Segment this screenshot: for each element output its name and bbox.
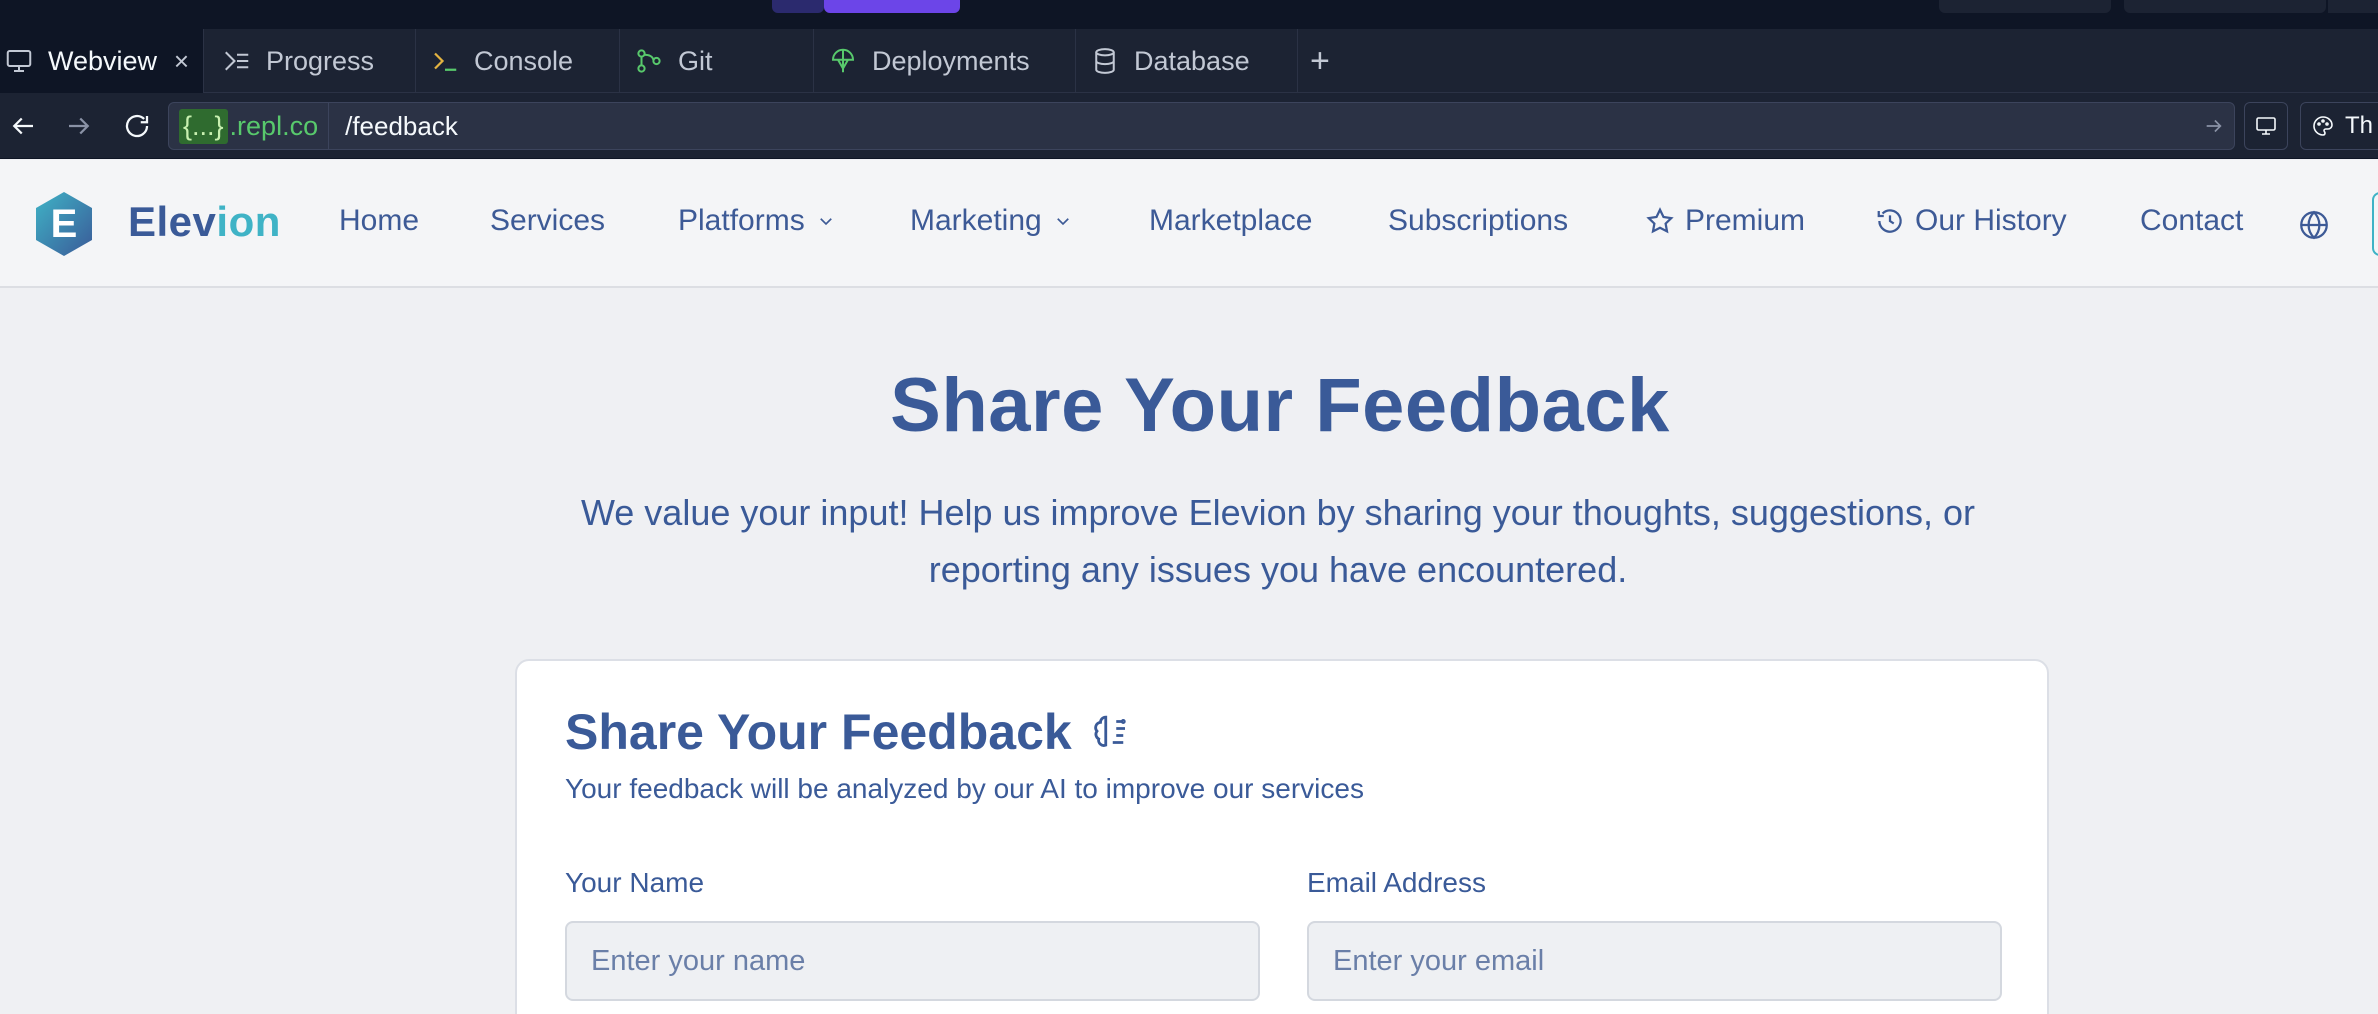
reload-button[interactable] bbox=[118, 107, 156, 145]
database-icon bbox=[1088, 44, 1122, 78]
theme-button[interactable]: Th bbox=[2300, 102, 2378, 150]
webview-address-bar: {...} .repl.co /feedback Th bbox=[0, 93, 2378, 159]
url-field[interactable]: {...} .repl.co /feedback bbox=[168, 102, 2235, 150]
tab-label: Database bbox=[1134, 45, 1250, 76]
close-icon[interactable]: × bbox=[174, 46, 189, 77]
arrow-right-icon bbox=[69, 117, 90, 135]
nav-label: Our History bbox=[1915, 204, 2067, 237]
nav-services[interactable]: Services bbox=[490, 204, 605, 238]
card-title: Share Your Feedback bbox=[565, 703, 1132, 761]
forward-button[interactable] bbox=[60, 107, 98, 145]
feedback-card: Share Your Feedback Your feedback will b… bbox=[515, 659, 2049, 1014]
chevron-down-icon bbox=[819, 218, 832, 226]
site-navbar: E Elevion Home Services Platforms Market… bbox=[0, 160, 2378, 288]
url-origin-domain: .repl.co bbox=[229, 110, 319, 141]
tab-label: Progress bbox=[266, 45, 375, 76]
tab-database[interactable]: Database bbox=[1076, 29, 1298, 93]
tab-git[interactable]: Git bbox=[620, 29, 814, 93]
elevion-logo[interactable]: E bbox=[30, 190, 98, 258]
deployments-icon bbox=[826, 44, 860, 78]
git-icon bbox=[632, 44, 666, 78]
logo-letter: E bbox=[51, 202, 78, 246]
name-label: Your Name bbox=[565, 867, 705, 898]
url-path[interactable]: /feedback bbox=[329, 111, 2194, 142]
progress-icon bbox=[220, 44, 254, 78]
brand-name-part: Elev bbox=[128, 198, 217, 245]
tab-label: Console bbox=[474, 45, 574, 76]
name-input[interactable] bbox=[565, 921, 1260, 1001]
arrow-right-icon bbox=[2206, 119, 2222, 133]
ide-top-control[interactable] bbox=[2124, 0, 2326, 13]
theme-button-label: Th bbox=[2345, 112, 2374, 139]
url-origin-brace: {...} bbox=[179, 108, 228, 144]
nav-marketplace[interactable]: Marketplace bbox=[1149, 204, 1312, 238]
page-title: Share Your Feedback bbox=[890, 363, 1670, 448]
nav-subscriptions[interactable]: Subscriptions bbox=[1388, 204, 1568, 238]
nav-platforms[interactable]: Platforms bbox=[678, 204, 835, 238]
ide-top-bar bbox=[0, 0, 2378, 29]
globe-icon[interactable] bbox=[2297, 208, 2331, 242]
ide-top-control[interactable] bbox=[2328, 0, 2378, 13]
navigate-button[interactable] bbox=[2194, 115, 2234, 137]
chevron-down-icon bbox=[1056, 218, 1069, 226]
tab-progress[interactable]: Progress bbox=[204, 29, 416, 93]
nav-marketing[interactable]: Marketing bbox=[910, 204, 1072, 238]
card-title-text: Share Your Feedback bbox=[565, 704, 1072, 760]
ide-run-pill[interactable] bbox=[824, 0, 960, 13]
device-preview-button[interactable] bbox=[2244, 102, 2288, 150]
nav-premium[interactable]: Premium bbox=[1645, 204, 1805, 238]
url-origin: {...} .repl.co bbox=[169, 103, 330, 149]
nav-label: Platforms bbox=[678, 204, 805, 237]
monitor-icon bbox=[2256, 117, 2276, 135]
history-icon bbox=[1877, 209, 1902, 233]
monitor-icon bbox=[2, 44, 36, 78]
tab-label: Git bbox=[678, 45, 713, 76]
back-button[interactable] bbox=[4, 107, 42, 145]
nav-contact[interactable]: Contact bbox=[2140, 204, 2243, 238]
ide-top-pill[interactable] bbox=[772, 0, 824, 13]
nav-home[interactable]: Home bbox=[339, 204, 419, 238]
tab-label: Deployments bbox=[872, 45, 1030, 76]
nav-cta-button[interactable] bbox=[2372, 192, 2378, 256]
tab-label: Webview bbox=[48, 45, 158, 76]
ide-top-control[interactable] bbox=[1939, 0, 2111, 13]
arrow-left-icon bbox=[12, 117, 33, 135]
brand-name-part: ion bbox=[216, 198, 281, 245]
nav-label: Marketing bbox=[910, 204, 1042, 237]
star-icon bbox=[1646, 207, 1674, 234]
brand-name[interactable]: Elevion bbox=[128, 198, 281, 246]
reload-icon bbox=[125, 114, 149, 138]
ide-tab-bar: Webview × Progress Console Git Deploymen… bbox=[0, 29, 2378, 93]
email-input[interactable] bbox=[1307, 921, 2002, 1001]
brain-icon bbox=[1093, 715, 1126, 747]
add-tab-button[interactable]: + bbox=[1310, 29, 1330, 93]
page-subtitle: We value your input! Help us improve Ele… bbox=[580, 492, 1976, 590]
nav-label: Premium bbox=[1685, 204, 1806, 237]
palette-icon bbox=[2313, 116, 2333, 136]
tab-console[interactable]: Console bbox=[416, 29, 620, 93]
terminal-icon bbox=[428, 44, 462, 78]
card-subtitle: Your feedback will be analyzed by our AI… bbox=[565, 773, 1364, 804]
nav-our-history[interactable]: Our History bbox=[1875, 204, 2067, 238]
tab-webview[interactable]: Webview × bbox=[0, 29, 204, 93]
tab-deployments[interactable]: Deployments bbox=[814, 29, 1076, 93]
email-label: Email Address bbox=[1307, 867, 1486, 898]
